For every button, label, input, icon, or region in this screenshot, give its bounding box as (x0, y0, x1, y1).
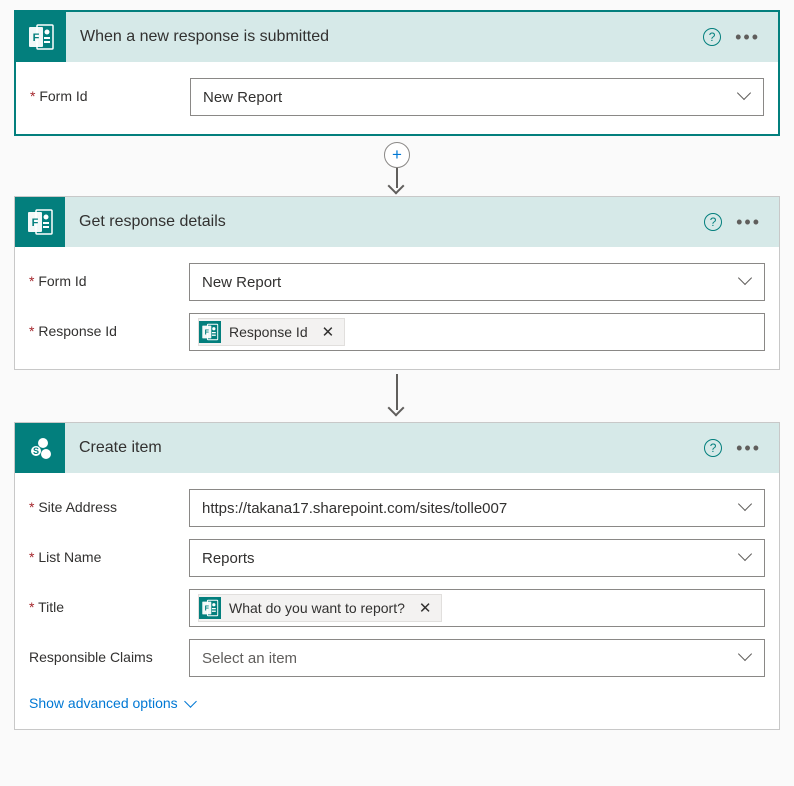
action-card-get-response[interactable]: Get response details ? ••• Form Id New R… (14, 196, 780, 370)
card-header[interactable]: When a new response is submitted ? ••• (16, 12, 778, 62)
card-title: Get response details (65, 213, 704, 231)
card-body: Site Address https://takana17.sharepoint… (15, 473, 779, 729)
action-card-create-item[interactable]: Create item ? ••• Site Address https://t… (14, 422, 780, 730)
close-icon[interactable]: ✕ (316, 323, 341, 341)
response-id-input[interactable]: Response Id ✕ (189, 313, 765, 351)
card-body: Form Id New Report Response Id Response … (15, 247, 779, 369)
connector: + (14, 142, 780, 194)
responsible-claims-select[interactable]: Select an item (189, 639, 765, 677)
site-address-select[interactable]: https://takana17.sharepoint.com/sites/to… (189, 489, 765, 527)
forms-icon (199, 597, 221, 619)
forms-icon (15, 197, 65, 247)
select-value: https://takana17.sharepoint.com/sites/to… (202, 500, 738, 517)
close-icon[interactable]: ✕ (413, 599, 438, 617)
select-value: New Report (203, 89, 737, 106)
token-label: Response Id (227, 324, 310, 340)
add-step-button[interactable]: + (384, 142, 410, 168)
field-label-response-id: Response Id (29, 313, 189, 339)
card-header[interactable]: Get response details ? ••• (15, 197, 779, 247)
chevron-down-icon (186, 695, 195, 711)
more-icon[interactable]: ••• (735, 27, 760, 48)
forms-icon (16, 12, 66, 62)
select-value: New Report (202, 274, 738, 291)
card-body: Form Id New Report (16, 62, 778, 134)
chevron-down-icon (738, 501, 752, 515)
token-label: What do you want to report? (227, 600, 407, 616)
field-label-form-id: Form Id (30, 78, 190, 104)
sharepoint-icon (15, 423, 65, 473)
help-icon[interactable]: ? (704, 439, 722, 457)
more-icon[interactable]: ••• (736, 438, 761, 459)
forms-icon (199, 321, 221, 343)
chevron-down-icon (738, 275, 752, 289)
chevron-down-icon (737, 90, 751, 104)
field-label-responsible-claims: Responsible Claims (29, 639, 189, 665)
trigger-card[interactable]: When a new response is submitted ? ••• F… (14, 10, 780, 136)
title-input[interactable]: What do you want to report? ✕ (189, 589, 765, 627)
more-icon[interactable]: ••• (736, 212, 761, 233)
select-placeholder: Select an item (202, 650, 738, 667)
help-icon[interactable]: ? (704, 213, 722, 231)
show-advanced-link[interactable]: Show advanced options (29, 695, 195, 711)
arrow-down-icon (385, 374, 409, 418)
card-header[interactable]: Create item ? ••• (15, 423, 779, 473)
chevron-down-icon (738, 651, 752, 665)
field-label-title: Title (29, 589, 189, 615)
card-title: Create item (65, 439, 704, 457)
field-label-list-name: List Name (29, 539, 189, 565)
dynamic-token[interactable]: Response Id ✕ (198, 318, 345, 346)
dynamic-token[interactable]: What do you want to report? ✕ (198, 594, 442, 622)
form-id-select[interactable]: New Report (190, 78, 764, 116)
chevron-down-icon (738, 551, 752, 565)
card-title: When a new response is submitted (66, 28, 703, 46)
field-label-form-id: Form Id (29, 263, 189, 289)
show-advanced-label: Show advanced options (29, 695, 178, 711)
help-icon[interactable]: ? (703, 28, 721, 46)
field-label-site-address: Site Address (29, 489, 189, 515)
list-name-select[interactable]: Reports (189, 539, 765, 577)
select-value: Reports (202, 550, 738, 567)
arrow-down-icon (385, 166, 409, 194)
form-id-select[interactable]: New Report (189, 263, 765, 301)
